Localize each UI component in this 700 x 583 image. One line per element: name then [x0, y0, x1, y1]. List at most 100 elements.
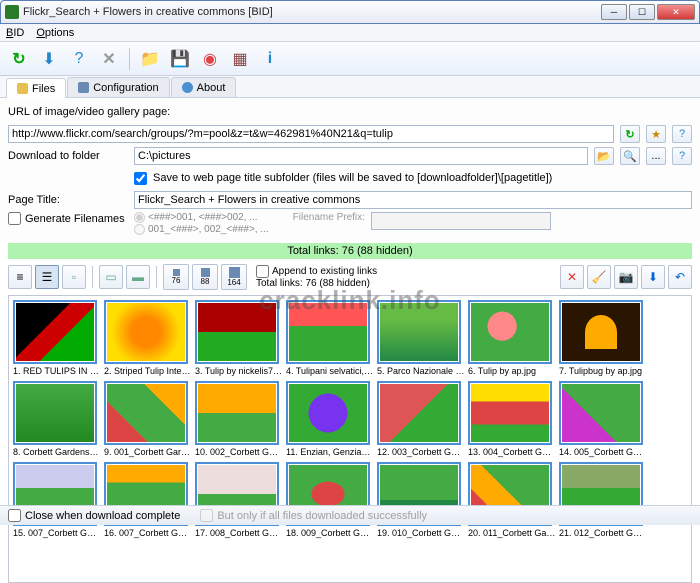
- thumbnail-item[interactable]: 10. 002_Corbett Gard...: [195, 381, 283, 459]
- thumbnail-item[interactable]: 2. Striped Tulip Interio...: [104, 300, 192, 378]
- thumbnail-item[interactable]: 15. 007_Corbett Gard...: [13, 462, 101, 540]
- pattern-radio-2[interactable]: [134, 224, 145, 235]
- folder-button[interactable]: 📁: [137, 46, 163, 72]
- size-164-button[interactable]: 164: [221, 264, 247, 290]
- only-if-checkbox[interactable]: [200, 509, 213, 522]
- thumbnail-item[interactable]: 20. 011_Corbett Gard...: [468, 462, 556, 540]
- thumbnail-image: [107, 384, 185, 442]
- thumbnail-caption: 10. 002_Corbett Gard...: [195, 447, 283, 459]
- thumbnail-image: [471, 303, 549, 361]
- view-thumbs-button[interactable]: ▫: [62, 265, 86, 289]
- thumbnail-image: [380, 303, 458, 361]
- thumbnail-item[interactable]: 18. 009_Corbett Gard...: [286, 462, 374, 540]
- target-button[interactable]: ◉: [197, 46, 223, 72]
- menu-options[interactable]: Options: [36, 27, 74, 39]
- flag1-button[interactable]: ▭: [99, 265, 123, 289]
- thumbnail-item[interactable]: 6. Tulip by ap.jpg: [468, 300, 556, 378]
- info-button[interactable]: i: [257, 46, 283, 72]
- thumbnail-item[interactable]: 3. Tulip by nickelis74.jpg: [195, 300, 283, 378]
- tab-configuration[interactable]: Configuration: [67, 77, 169, 97]
- view-list-button[interactable]: ≡: [8, 265, 32, 289]
- app-icon: [5, 5, 19, 19]
- clear-button[interactable]: 🧹: [587, 265, 611, 289]
- pagetitle-input[interactable]: [134, 191, 692, 209]
- thumbnail-item[interactable]: 21. 012_Corbett Gard...: [559, 462, 647, 540]
- prefix-input[interactable]: [371, 212, 551, 230]
- camera-button[interactable]: 📷: [614, 265, 638, 289]
- status-strip: Total links: 76 (88 hidden): [8, 243, 692, 259]
- open-folder-button[interactable]: 📂: [594, 147, 614, 165]
- view-details-button[interactable]: ☰: [35, 265, 59, 289]
- revert-button[interactable]: ↶: [668, 265, 692, 289]
- append-checkbox[interactable]: [256, 265, 269, 278]
- folder-help-button[interactable]: ?: [672, 147, 692, 165]
- thumbnail-image: [107, 303, 185, 361]
- flag2-button[interactable]: ▬: [126, 265, 150, 289]
- gen-filenames-checkbox[interactable]: [8, 212, 21, 225]
- thumbnail-item[interactable]: 9. 001_Corbett Gard...: [104, 381, 192, 459]
- download-button[interactable]: ⬇: [36, 46, 62, 72]
- thumbnail-caption: 19. 010_Corbett Gard...: [377, 528, 465, 540]
- thumbnail-caption: 17. 008_Corbett Gard...: [195, 528, 283, 540]
- tab-about[interactable]: About: [171, 77, 237, 97]
- save-subfolder-checkbox[interactable]: [134, 172, 147, 185]
- thumbnail-caption: 3. Tulip by nickelis74.jpg: [195, 366, 283, 378]
- download-folder-input[interactable]: [134, 147, 588, 165]
- tab-bar: Files Configuration About: [0, 76, 700, 98]
- cancel-button[interactable]: ✕: [96, 46, 122, 72]
- refresh-button[interactable]: ↻: [6, 46, 32, 72]
- pattern-radio-1[interactable]: [134, 212, 145, 223]
- delete-button[interactable]: ✕: [560, 265, 584, 289]
- thumbnail-caption: 8. Corbett Gardens Bo...: [13, 447, 101, 459]
- go-button[interactable]: ↻: [620, 125, 640, 143]
- thumbnail-item[interactable]: 1. RED TULIPS IN RED...: [13, 300, 101, 378]
- menu-bid[interactable]: BID: [6, 27, 24, 39]
- fav-button[interactable]: ★: [646, 125, 666, 143]
- thumbnail-caption: 5. Parco Nazionale dei...: [377, 366, 465, 378]
- pagetitle-label: Page Title:: [8, 194, 128, 206]
- minimize-button[interactable]: ─: [601, 4, 627, 20]
- thumbnail-item[interactable]: 11. Enzian, Genzianell...: [286, 381, 374, 459]
- thumbnail-item[interactable]: 7. Tulipbug by ap.jpg: [559, 300, 647, 378]
- thumbnail-item[interactable]: 8. Corbett Gardens Bo...: [13, 381, 101, 459]
- close-when-checkbox[interactable]: [8, 509, 21, 522]
- thumbnail-grid[interactable]: 1. RED TULIPS IN RED...2. Striped Tulip …: [8, 295, 692, 583]
- size-76-button[interactable]: 76: [163, 264, 189, 290]
- thumbnail-caption: 21. 012_Corbett Gard...: [559, 528, 647, 540]
- size-88-button[interactable]: 88: [192, 264, 218, 290]
- window-title: Flickr_Search + Flowers in creative comm…: [23, 6, 601, 18]
- url-input[interactable]: [8, 125, 614, 143]
- download-all-button[interactable]: ⬇: [641, 265, 665, 289]
- url-label: URL of image/video gallery page:: [8, 106, 170, 118]
- thumbnail-image: [16, 303, 94, 361]
- info-icon: [182, 82, 193, 93]
- thumbnail-item[interactable]: 19. 010_Corbett Gard...: [377, 462, 465, 540]
- thumbnail-image: [16, 384, 94, 442]
- thumbnail-image: [380, 384, 458, 442]
- help-button[interactable]: ?: [66, 46, 92, 72]
- maximize-button[interactable]: ☐: [629, 4, 655, 20]
- form-area: URL of image/video gallery page: ↻ ★ ? D…: [0, 98, 700, 241]
- explore-button[interactable]: 🔍: [620, 147, 640, 165]
- browse-button[interactable]: ...: [646, 147, 666, 165]
- thumbnail-caption: 18. 009_Corbett Gard...: [286, 528, 374, 540]
- thumbnail-item[interactable]: 16. 007_Corbett Gard...: [104, 462, 192, 540]
- thumbnail-item[interactable]: 12. 003_Corbett Gard...: [377, 381, 465, 459]
- thumbnail-image: [289, 303, 367, 361]
- thumbnail-item[interactable]: 13. 004_Corbett Gard...: [468, 381, 556, 459]
- url-help-button[interactable]: ?: [672, 125, 692, 143]
- thumbnail-item[interactable]: 17. 008_Corbett Gard...: [195, 462, 283, 540]
- grid-button[interactable]: ▦: [227, 46, 253, 72]
- tab-files[interactable]: Files: [6, 78, 66, 98]
- thumbnail-caption: 12. 003_Corbett Gard...: [377, 447, 465, 459]
- thumbnail-item[interactable]: 4. Tulipani selvatici, Wi...: [286, 300, 374, 378]
- save-button[interactable]: 💾: [167, 46, 193, 72]
- thumbnail-caption: 20. 011_Corbett Gard...: [468, 528, 556, 540]
- thumbnail-image: [198, 384, 276, 442]
- thumbnail-image: [289, 384, 367, 442]
- footer: Close when download complete But only if…: [0, 505, 700, 525]
- thumbnail-image: [471, 384, 549, 442]
- thumbnail-item[interactable]: 5. Parco Nazionale dei...: [377, 300, 465, 378]
- close-button[interactable]: ✕: [657, 4, 695, 20]
- thumbnail-item[interactable]: 14. 005_Corbett Gard...: [559, 381, 647, 459]
